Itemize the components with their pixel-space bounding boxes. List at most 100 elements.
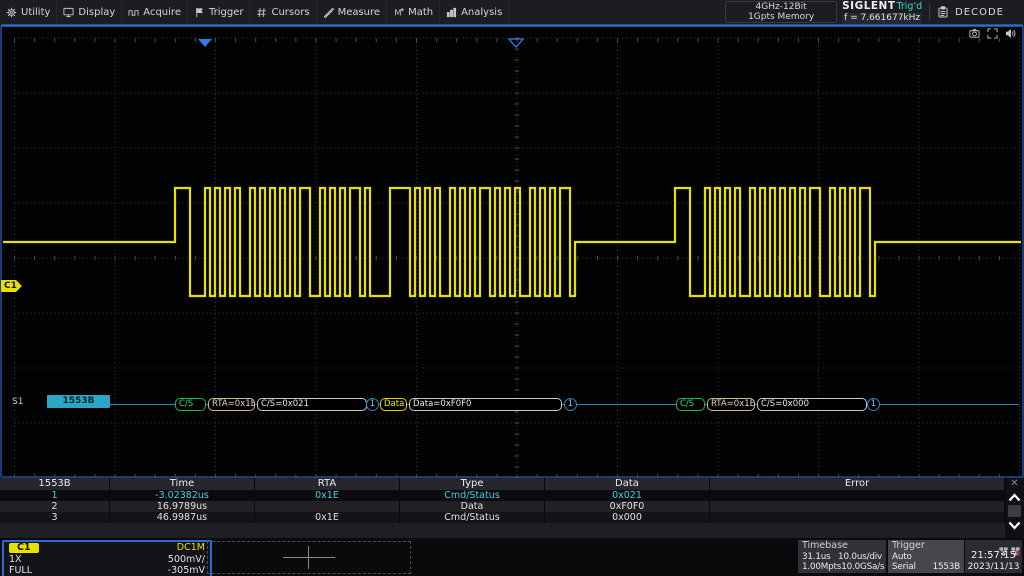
table-cell: 0x1E	[255, 512, 400, 523]
speaker-icon[interactable]	[1005, 28, 1016, 39]
menu-bar: Utility Display Acquire Trigger CursorsMeasu…	[0, 0, 1024, 24]
fullscreen-icon[interactable]	[987, 28, 998, 39]
decode-bus-badge[interactable]: 1553B	[47, 395, 110, 408]
svg-text:M: M	[394, 7, 401, 17]
menu-item-label: Analysis	[461, 7, 502, 18]
menu-separator	[929, 3, 930, 21]
timebase-scale: 10.0us/div	[838, 552, 882, 562]
datetime-box[interactable]: 21:57:15 2023/11/13	[965, 540, 1022, 573]
flag-icon	[194, 7, 205, 18]
menu-item-trigger[interactable]: Trigger	[188, 0, 251, 24]
decode-field-box: C/S	[676, 398, 705, 411]
acquire-points: 1.00Mpts	[802, 562, 841, 572]
decode-field-box: C/S=0x000	[757, 398, 867, 411]
waveform-display: C1 S1 1553B C/SRTA=0x1EC/S=0x0211DataDat…	[0, 24, 1024, 478]
menu-item-display[interactable]: Display	[57, 0, 122, 24]
display-icon	[63, 7, 74, 18]
gear-icon	[6, 7, 17, 18]
channel1-offset: -305mV	[168, 566, 205, 576]
system-specs: 4GHz-12Bit 1Gpts Memory	[725, 1, 837, 23]
menu-items: Utility Display Acquire Trigger CursorsMeasu…	[0, 0, 509, 24]
table-cell	[710, 501, 1005, 512]
table-cell: 0x1E	[255, 490, 400, 501]
table-cell: Data	[400, 501, 545, 512]
table-row[interactable]: 216.9789us Data0xF0F0	[0, 501, 1005, 512]
scroll-down-button[interactable]	[1005, 517, 1024, 533]
table-cell: 0x000	[545, 512, 710, 523]
trigger-type: Serial	[892, 562, 916, 572]
add-channel-box[interactable]	[207, 541, 411, 574]
column-header: Data	[545, 478, 710, 490]
trigger-bus: 1553B	[933, 562, 960, 572]
table-cell: 0x021	[545, 490, 710, 501]
status-bar: C1 DC1M 1X 500mV/ FULL -305mV Timebase 3…	[0, 538, 1024, 576]
menu-item-label: Trigger	[209, 7, 244, 18]
cursors-icon	[256, 7, 267, 18]
table-cell: Cmd/Status	[400, 512, 545, 523]
menu-item-cursors[interactable]: Cursors	[250, 0, 316, 24]
brand-logo: SIGLENT	[842, 0, 895, 12]
measure-icon	[323, 7, 334, 18]
column-header: RTA	[255, 478, 400, 490]
table-cell: 1	[0, 490, 110, 501]
chevron-up-icon	[1008, 493, 1021, 502]
decode-tab[interactable]: DECODE	[937, 6, 1024, 18]
table-header-row: 1553BTimeRTATypeDataError	[0, 478, 1005, 490]
table-cell	[255, 501, 400, 512]
brand-block: SIGLENT Trig'd f = 7.661677kHz	[842, 0, 922, 24]
table-cell	[710, 490, 1005, 501]
trigger-status: Trig'd	[896, 1, 922, 12]
column-header: 1553B	[0, 478, 110, 490]
menu-item-utility[interactable]: Utility	[0, 0, 57, 24]
decode-bus-label: S1	[12, 397, 23, 407]
menu-item-math[interactable]: MMath	[387, 0, 440, 24]
timebase-box[interactable]: Timebase 31.1us 10.0us/div 1.00Mpts 10.0…	[798, 540, 886, 573]
menu-item-acquire[interactable]: Acquire	[122, 0, 188, 24]
decode-field-box: RTA=0x1E	[707, 398, 755, 411]
lan-icon	[999, 541, 1008, 550]
timebase-delay: 31.1us	[802, 552, 831, 562]
menu-item-label: Acquire	[143, 7, 181, 18]
acquire-icon	[128, 7, 139, 18]
trigger-delay-marker[interactable]	[198, 39, 212, 47]
menu-item-analysis[interactable]: Analysis	[440, 0, 509, 24]
math-icon: M	[393, 7, 404, 18]
table-row[interactable]: 1-3.02382us0x1ECmd/Status0x021	[0, 490, 1005, 501]
trigger-title: Trigger	[892, 541, 960, 551]
trigger-position-marker[interactable]	[509, 39, 523, 47]
channel1-bandwidth: FULL	[9, 566, 32, 576]
channel1-chip: C1	[9, 543, 39, 553]
decode-field-box: Data=0xF0F0	[409, 398, 562, 411]
table-cell: -3.02382us	[110, 490, 255, 501]
table-row[interactable]: 346.9987us0x1ECmd/Status0x000	[0, 512, 1005, 523]
chevron-down-icon	[1008, 521, 1021, 530]
decode-word-count-badge: 1	[867, 398, 880, 411]
menu-item-measure[interactable]: Measure	[317, 0, 388, 24]
decode-word-count-badge: 1	[366, 398, 379, 411]
scrollbar-thumb[interactable]	[1008, 505, 1021, 517]
table-cell: 16.9789us	[110, 501, 255, 512]
channel1-info-box[interactable]: C1 DC1M 1X 500mV/ FULL -305mV	[2, 540, 212, 576]
lan-disconnected-icon	[1011, 541, 1020, 550]
specs-bandwidth: 4GHz-12Bit	[726, 2, 836, 12]
menu-item-label: Utility	[21, 7, 50, 18]
column-header: Error	[710, 478, 1005, 490]
timebase-title: Timebase	[802, 541, 882, 551]
camera-icon[interactable]	[969, 28, 980, 39]
close-icon[interactable]: ✕	[1010, 478, 1018, 489]
oscilloscope-screen: Utility Display Acquire Trigger CursorsMeasu…	[0, 0, 1024, 576]
table-scrollbar: ✕	[1005, 478, 1024, 538]
table-cell: 3	[0, 512, 110, 523]
scroll-up-button[interactable]	[1005, 489, 1024, 505]
crosshair-icon	[283, 557, 335, 558]
decode-field-box: C/S=0x021	[257, 398, 367, 411]
table-cell	[710, 512, 1005, 523]
decode-results-table: 1553BTimeRTATypeDataError1-3.02382us0x1E…	[0, 478, 1024, 538]
table-cell: 0xF0F0	[545, 501, 710, 512]
sample-rate: 10.0GSa/s	[841, 562, 884, 572]
trigger-mode: Auto	[892, 552, 912, 562]
table-cell: 2	[0, 501, 110, 512]
trigger-box[interactable]: Trigger Auto Serial 1553B	[888, 540, 964, 573]
clock-time: 21:57:15	[967, 551, 1020, 561]
clock-date: 2023/11/13	[967, 562, 1020, 572]
